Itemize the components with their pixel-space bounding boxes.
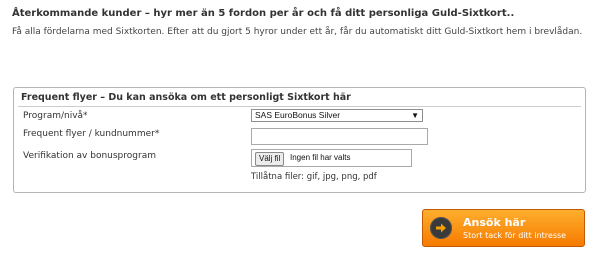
dropdown-arrow-icon: ▼ xyxy=(411,111,419,120)
page-heading: Återkommande kunder – hyr mer än 5 fordo… xyxy=(12,8,515,19)
verification-label: Verifikation av bonusprogram xyxy=(23,151,156,161)
intro-text: Få alla fördelarna med Sixtkorten. Efter… xyxy=(12,27,583,37)
file-status-text: Ingen fil har valts xyxy=(290,153,351,162)
divider xyxy=(18,106,581,107)
frequent-flyer-number-input[interactable] xyxy=(251,128,428,145)
arrow-right-icon xyxy=(430,217,452,239)
allowed-files-text: Tillåtna filer: gif, jpg, png, pdf xyxy=(251,172,377,182)
choose-file-button[interactable]: Välj fil xyxy=(255,152,285,166)
file-upload-field: Välj fil Ingen fil har valts xyxy=(251,149,412,167)
frequent-flyer-panel: Frequent flyer – Du kan ansöka om ett pe… xyxy=(13,87,586,193)
program-label: Program/nivå* xyxy=(23,111,88,121)
apply-button[interactable]: Ansök här Stort tack för ditt intresse xyxy=(422,209,585,247)
panel-title: Frequent flyer – Du kan ansöka om ett pe… xyxy=(21,92,351,103)
apply-button-subtitle: Stort tack för ditt intresse xyxy=(463,231,567,240)
frequent-flyer-number-label: Frequent flyer / kundnummer* xyxy=(23,129,160,139)
program-select-value: SAS EuroBonus Silver xyxy=(255,110,341,120)
program-select[interactable]: SAS EuroBonus Silver ▼ xyxy=(251,109,423,122)
apply-button-title: Ansök här xyxy=(463,216,526,229)
